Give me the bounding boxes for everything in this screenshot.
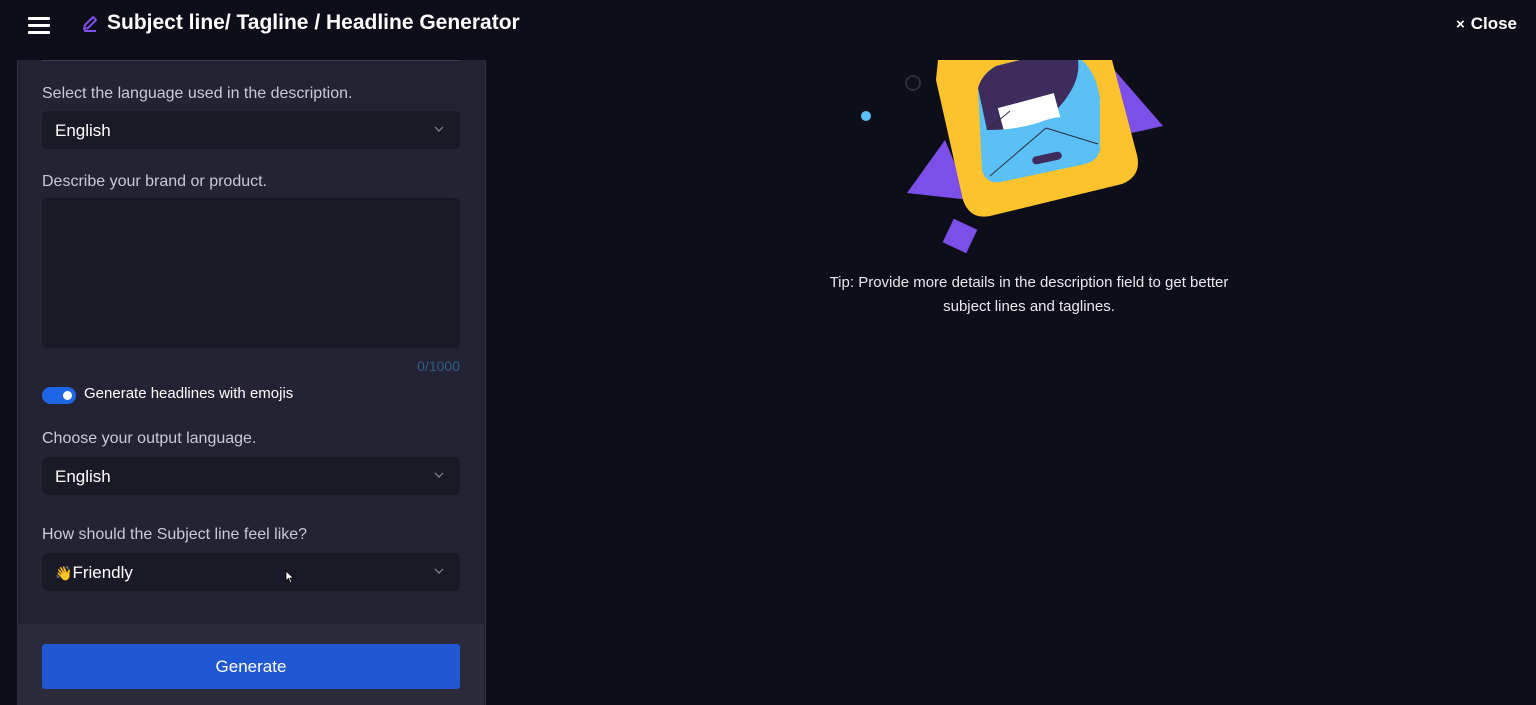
chevron-down-icon: [434, 568, 444, 574]
panel-divider: [42, 60, 460, 61]
tone-select[interactable]: 👋Friendly: [42, 553, 460, 591]
generate-button[interactable]: Generate: [42, 644, 460, 689]
close-label: Close: [1470, 14, 1517, 33]
top-bar: Subject line/ Tagline / Headline Generat…: [0, 0, 1536, 48]
description-language-value: English: [55, 121, 111, 140]
output-language-value: English: [55, 467, 111, 486]
character-counter: 0/1000: [417, 358, 460, 374]
hamburger-icon[interactable]: [28, 16, 50, 34]
output-language-select[interactable]: English: [42, 457, 460, 495]
chevron-down-icon: [434, 126, 444, 132]
close-button[interactable]: × Close: [1456, 14, 1517, 34]
chevron-down-icon: [434, 472, 444, 478]
emoji-toggle[interactable]: [42, 387, 76, 404]
mouse-cursor-icon: [285, 570, 295, 584]
emoji-toggle-label: Generate headlines with emojis: [84, 385, 294, 402]
pencil-icon: [83, 16, 97, 32]
envelope-illustration: [861, 60, 1163, 254]
description-language-label: Select the language used in the descript…: [42, 85, 353, 102]
waving-hand-icon: 👋: [55, 565, 73, 581]
toggle-knob: [63, 391, 72, 400]
description-label: Describe your brand or product.: [42, 173, 267, 190]
tip-text: Tip: Provide more details in the descrip…: [829, 274, 1229, 315]
form-panel: [17, 60, 486, 705]
tone-label: How should the Subject line feel like?: [42, 526, 308, 543]
page-title: Subject line/ Tagline / Headline Generat…: [107, 11, 520, 34]
tone-value: 👋Friendly: [55, 563, 133, 583]
description-language-select[interactable]: English: [42, 111, 460, 149]
description-textarea[interactable]: [42, 198, 460, 348]
tone-value-text: Friendly: [72, 563, 133, 582]
close-icon: ×: [1455, 16, 1465, 33]
output-language-label: Choose your output language.: [42, 430, 257, 447]
